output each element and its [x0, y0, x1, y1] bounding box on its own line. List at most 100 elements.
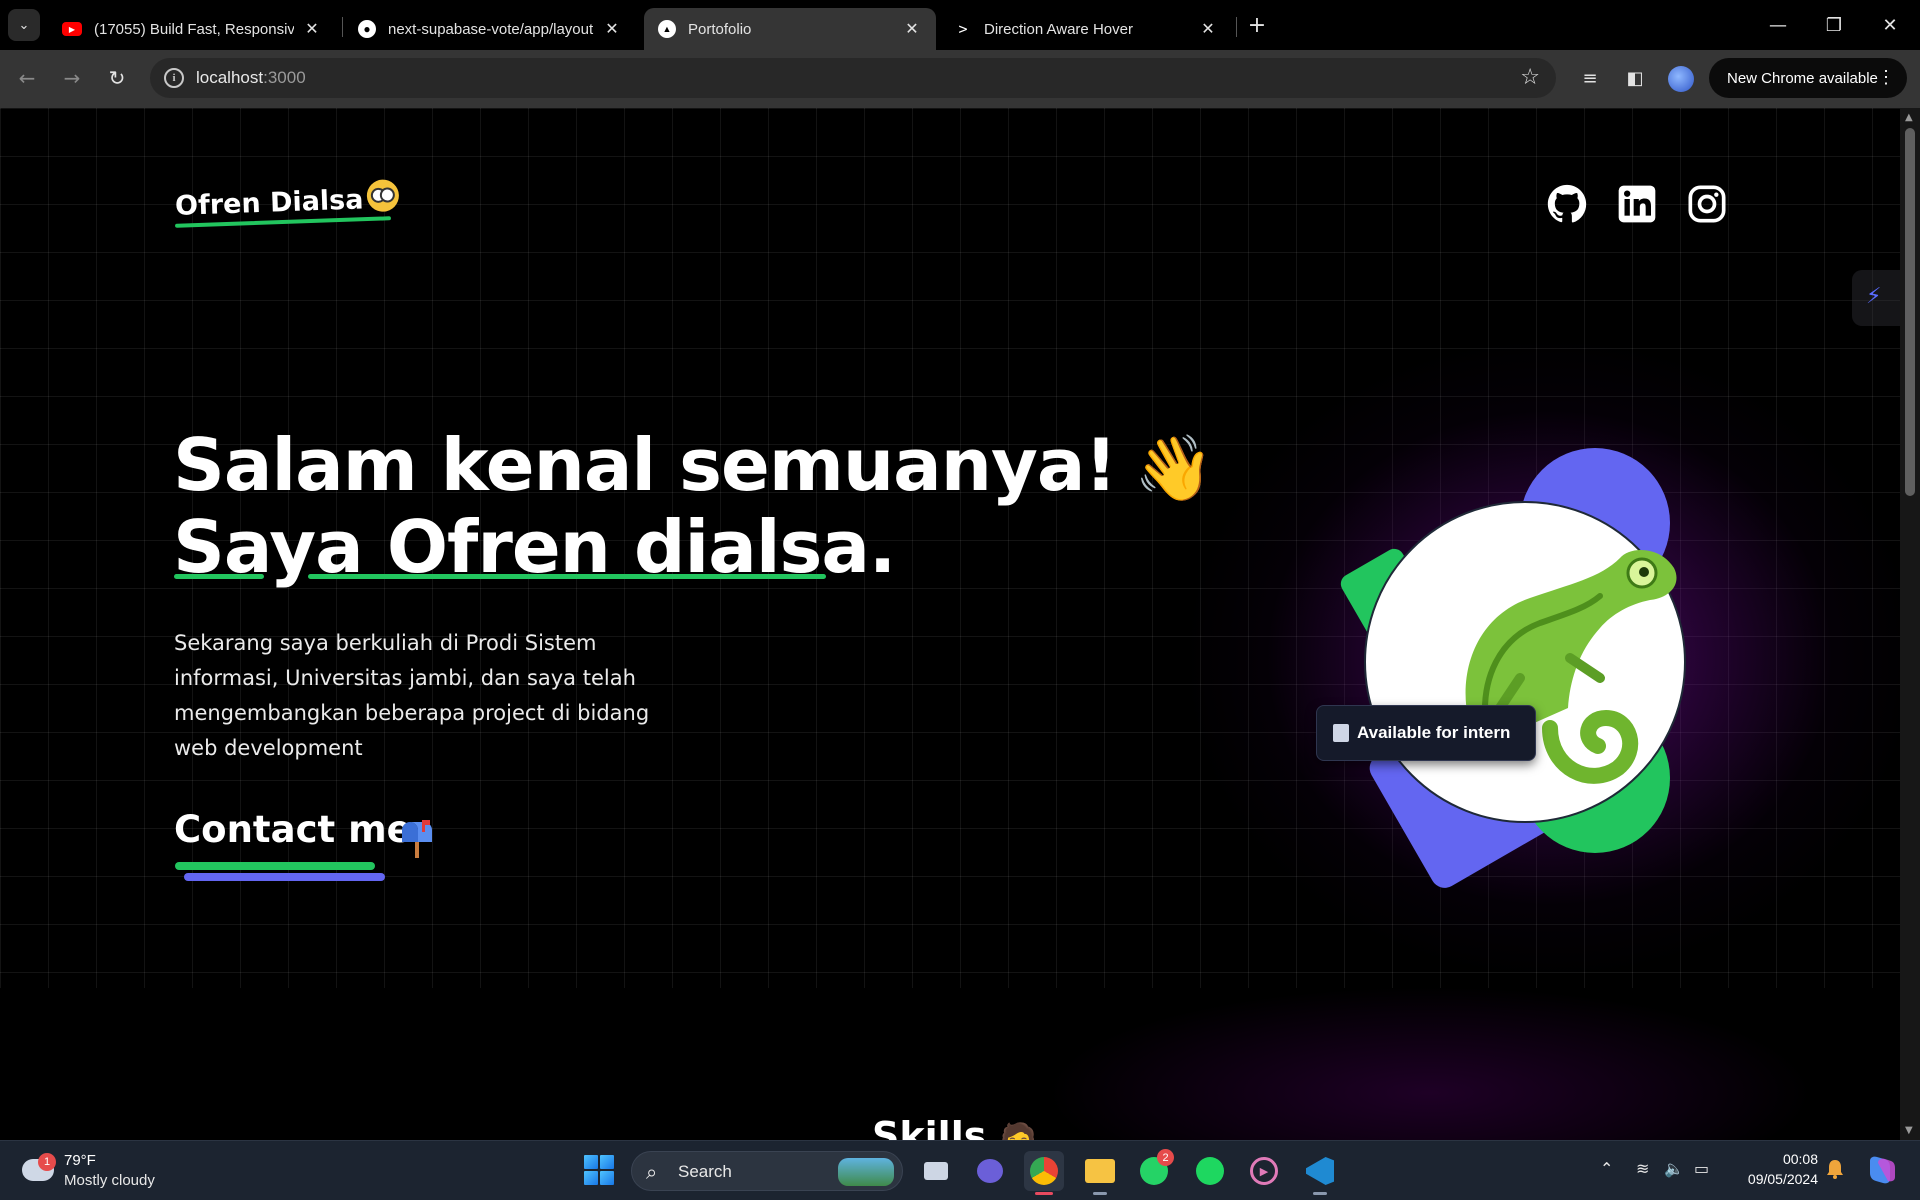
skills-heading: Skills 🧑	[872, 1114, 1037, 1140]
bio-paragraph: Sekarang saya berkuliah di Prodi Sistem …	[174, 631, 650, 760]
browser-toolbar: ← → ↻ i localhost:3000 ☆ ≡ ◧ New Chrome …	[0, 50, 1920, 108]
scroll-thumb[interactable]	[1905, 128, 1915, 496]
forward-button[interactable]: →	[57, 63, 87, 93]
tab-divider	[1236, 17, 1237, 37]
tab-search-button[interactable]: ⌄	[8, 9, 40, 41]
mailbox-icon	[402, 820, 432, 858]
close-icon[interactable]: ✕	[302, 19, 322, 39]
spotify-button[interactable]	[1190, 1151, 1230, 1191]
update-label: New Chrome available	[1727, 69, 1878, 87]
close-window-button[interactable]: ✕	[1862, 0, 1918, 50]
task-view-button[interactable]	[916, 1151, 956, 1191]
file-explorer-button[interactable]	[1080, 1151, 1120, 1195]
spotify-icon	[1196, 1157, 1224, 1185]
scroll-down-icon[interactable]: ▼	[1905, 1125, 1913, 1136]
search-highlight-image	[838, 1158, 894, 1186]
search-label: Search	[678, 1162, 732, 1181]
contact-underline-green	[175, 862, 375, 870]
browser-tab[interactable]: > Direction Aware Hover ✕	[940, 8, 1232, 50]
vscode-button[interactable]	[1300, 1151, 1340, 1195]
volume-icon[interactable]: 🔈	[1664, 1159, 1684, 1178]
profile-avatar[interactable]	[1668, 66, 1694, 92]
copilot-icon[interactable]	[1864, 1153, 1898, 1187]
url-host: localhost	[196, 68, 264, 87]
browser-tab[interactable]: ▶ (17055) Build Fast, Responsive P ✕	[48, 8, 336, 50]
github-icon[interactable]	[1547, 184, 1587, 224]
chrome-taskbar-button[interactable]	[1024, 1151, 1064, 1195]
vscode-icon	[1306, 1157, 1334, 1185]
chrome-icon	[1030, 1157, 1058, 1185]
battery-icon[interactable]: ▭	[1694, 1159, 1709, 1178]
close-icon: ✕	[1882, 14, 1898, 36]
browser-tab[interactable]: ● next-supabase-vote/app/layout ✕	[344, 8, 636, 50]
instagram-icon[interactable]	[1687, 184, 1727, 224]
arrow-left-icon: ←	[18, 66, 36, 90]
intern-badge-text: Available for intern	[1357, 723, 1511, 742]
contact-me-link[interactable]: Contact me	[174, 808, 412, 851]
minimize-button[interactable]: —	[1750, 0, 1806, 50]
weather-condition: Mostly cloudy	[64, 1172, 155, 1189]
close-icon[interactable]: ✕	[902, 19, 922, 39]
whatsapp-badge: 2	[1157, 1149, 1174, 1166]
tab-divider	[342, 17, 343, 37]
browser-tab-active[interactable]: ▲ Portofolio ✕	[644, 8, 936, 50]
new-tab-button[interactable]: +	[1244, 12, 1270, 38]
whatsapp-button[interactable]: 2	[1134, 1149, 1174, 1191]
close-icon[interactable]: ✕	[1198, 19, 1218, 39]
notification-bell-icon[interactable]	[1826, 1159, 1844, 1179]
floating-extension-tab[interactable]: ⚡	[1852, 270, 1900, 326]
weather-badge: 1	[38, 1153, 56, 1171]
play-icon: ▶	[1250, 1157, 1278, 1185]
vercel-triangle-icon: ▲	[658, 20, 676, 38]
scroll-up-icon[interactable]: ▲	[1905, 112, 1913, 123]
windows-start-button[interactable]	[584, 1155, 614, 1185]
chevron-up-icon[interactable]: ⌃	[1600, 1159, 1613, 1178]
site-info-icon[interactable]: i	[164, 68, 184, 88]
bookmark-star-icon[interactable]: ☆	[1520, 65, 1540, 90]
restore-button[interactable]: ❐	[1806, 0, 1862, 50]
tab-title: Portofolio	[688, 20, 752, 38]
reload-button[interactable]: ↻	[102, 63, 132, 93]
weather-temperature: 79°F	[64, 1152, 96, 1169]
running-indicator	[1313, 1192, 1327, 1195]
restore-icon: ❐	[1825, 14, 1843, 36]
skills-heading-text: Skills	[872, 1114, 987, 1140]
chevron-down-icon: ⌄	[18, 17, 30, 33]
tab-title: Direction Aware Hover	[984, 20, 1133, 38]
face-emoji-icon	[366, 179, 400, 213]
more-vert-icon: ⋮	[1877, 67, 1895, 87]
back-button[interactable]: ←	[12, 63, 42, 93]
logo-text: Ofren Dialsa	[174, 184, 364, 222]
office-building-icon	[1333, 724, 1349, 742]
avatar-illustration	[1340, 448, 1686, 888]
bottom-glow	[980, 968, 1880, 1140]
taskbar-search[interactable]: ⌕ Search	[631, 1151, 903, 1191]
search-icon: ⌕	[646, 1160, 658, 1184]
chrome-update-button[interactable]: New Chrome available ⋮	[1709, 58, 1907, 98]
media-controls-icon[interactable]: ≡	[1576, 64, 1604, 92]
terminal-prompt-icon: >	[958, 20, 968, 38]
system-clock[interactable]: 00:08 09/05/2024	[1728, 1149, 1818, 1189]
linkedin-icon[interactable]	[1617, 184, 1657, 224]
plus-icon: +	[1247, 12, 1267, 38]
minimize-icon: —	[1769, 14, 1787, 36]
clock-time: 00:08	[1782, 1151, 1818, 1167]
teams-chat-button[interactable]	[970, 1151, 1010, 1191]
wifi-icon[interactable]: ≋	[1636, 1159, 1649, 1178]
side-panel-icon[interactable]: ◧	[1621, 64, 1649, 92]
folder-icon	[1085, 1159, 1115, 1183]
page-scrollbar[interactable]: ▲ ▼	[1900, 108, 1920, 1140]
weather-widget[interactable]: 1 79°F Mostly cloudy	[18, 1149, 218, 1193]
url-port: :3000	[263, 68, 306, 87]
hero-underline-right	[308, 574, 826, 579]
media-player-button[interactable]: ▶	[1244, 1151, 1284, 1191]
running-indicator	[1093, 1192, 1107, 1195]
close-icon[interactable]: ✕	[602, 19, 622, 39]
task-view-icon	[924, 1162, 948, 1180]
intern-status-badge: Available for intern	[1316, 705, 1536, 761]
tab-title: (17055) Build Fast, Responsive P	[94, 20, 294, 38]
technologist-emoji-icon: 🧑	[999, 1122, 1037, 1140]
arrow-right-icon: →	[63, 66, 81, 90]
contact-label: Contact me	[174, 808, 412, 851]
address-bar[interactable]: i localhost:3000 ☆	[150, 58, 1556, 98]
